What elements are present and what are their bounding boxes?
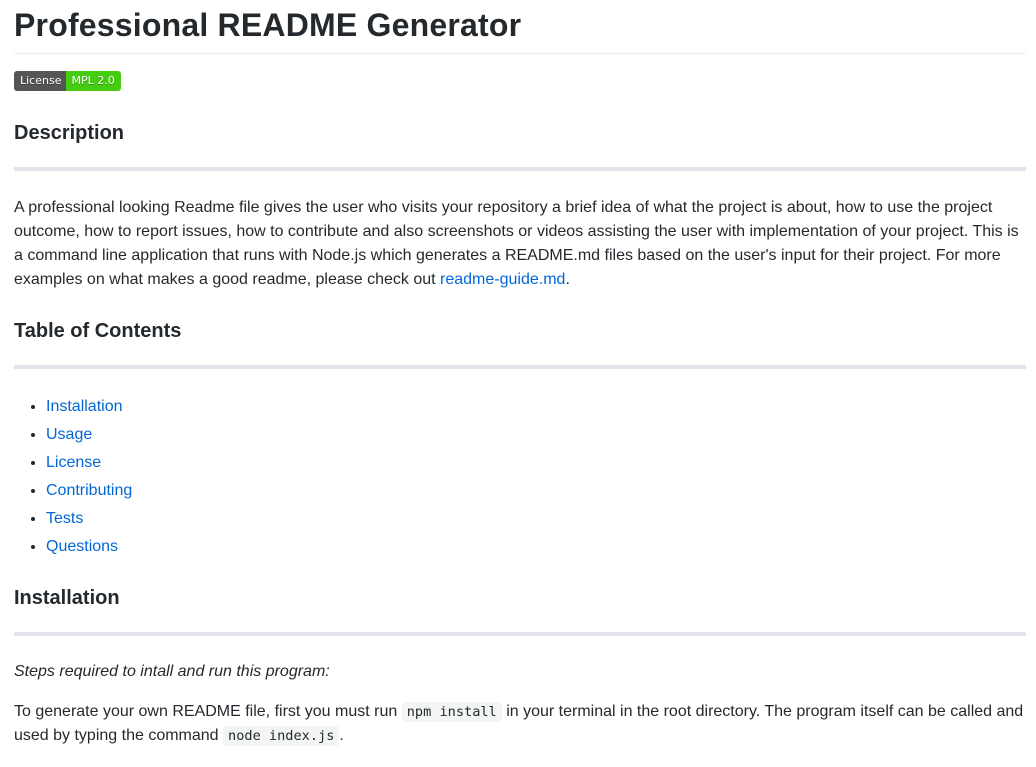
installation-divider bbox=[14, 632, 1026, 636]
toc-link-questions[interactable]: Questions bbox=[46, 538, 118, 555]
toc-item-license: License bbox=[46, 449, 1026, 477]
toc-link-usage[interactable]: Usage bbox=[46, 426, 92, 443]
license-badge[interactable]: License MPL 2.0 bbox=[14, 71, 121, 91]
toc-item-contributing: Contributing bbox=[46, 477, 1026, 505]
page-title: Professional README Generator bbox=[14, 0, 1026, 54]
toc-link-tests[interactable]: Tests bbox=[46, 510, 83, 527]
installation-intro-text: Steps required to intall and run this pr… bbox=[14, 663, 330, 680]
toc-divider bbox=[14, 365, 1026, 369]
toc-link-license[interactable]: License bbox=[46, 454, 101, 471]
readme-document: Professional README Generator License MP… bbox=[0, 0, 1036, 748]
toc-item-questions: Questions bbox=[46, 533, 1026, 561]
license-badge-value: MPL 2.0 bbox=[66, 71, 121, 91]
installation-heading: Installation bbox=[14, 587, 120, 609]
badge-row: License MPL 2.0 bbox=[14, 71, 1026, 91]
license-badge-label: License bbox=[14, 71, 67, 91]
installation-trailing: . bbox=[339, 727, 344, 744]
node-index-code: node index.js bbox=[223, 726, 340, 746]
toc-heading: Table of Contents bbox=[14, 320, 182, 342]
npm-install-code: npm install bbox=[401, 702, 502, 722]
readme-guide-link[interactable]: readme-guide.md bbox=[440, 271, 565, 288]
description-heading: Description bbox=[14, 122, 125, 144]
toc-item-tests: Tests bbox=[46, 505, 1026, 533]
toc-link-contributing[interactable]: Contributing bbox=[46, 482, 132, 499]
installation-intro: Steps required to intall and run this pr… bbox=[14, 660, 1026, 684]
installation-text-before: To generate your own README file, first … bbox=[14, 703, 402, 720]
installation-paragraph: To generate your own README file, first … bbox=[14, 700, 1026, 748]
toc-link-installation[interactable]: Installation bbox=[46, 398, 123, 415]
description-divider bbox=[14, 167, 1026, 171]
description-paragraph: A professional looking Readme file gives… bbox=[14, 196, 1026, 292]
description-trailing: . bbox=[565, 271, 570, 288]
toc-item-usage: Usage bbox=[46, 421, 1026, 449]
toc-list: Installation Usage License Contributing … bbox=[14, 393, 1026, 561]
toc-item-installation: Installation bbox=[46, 393, 1026, 421]
